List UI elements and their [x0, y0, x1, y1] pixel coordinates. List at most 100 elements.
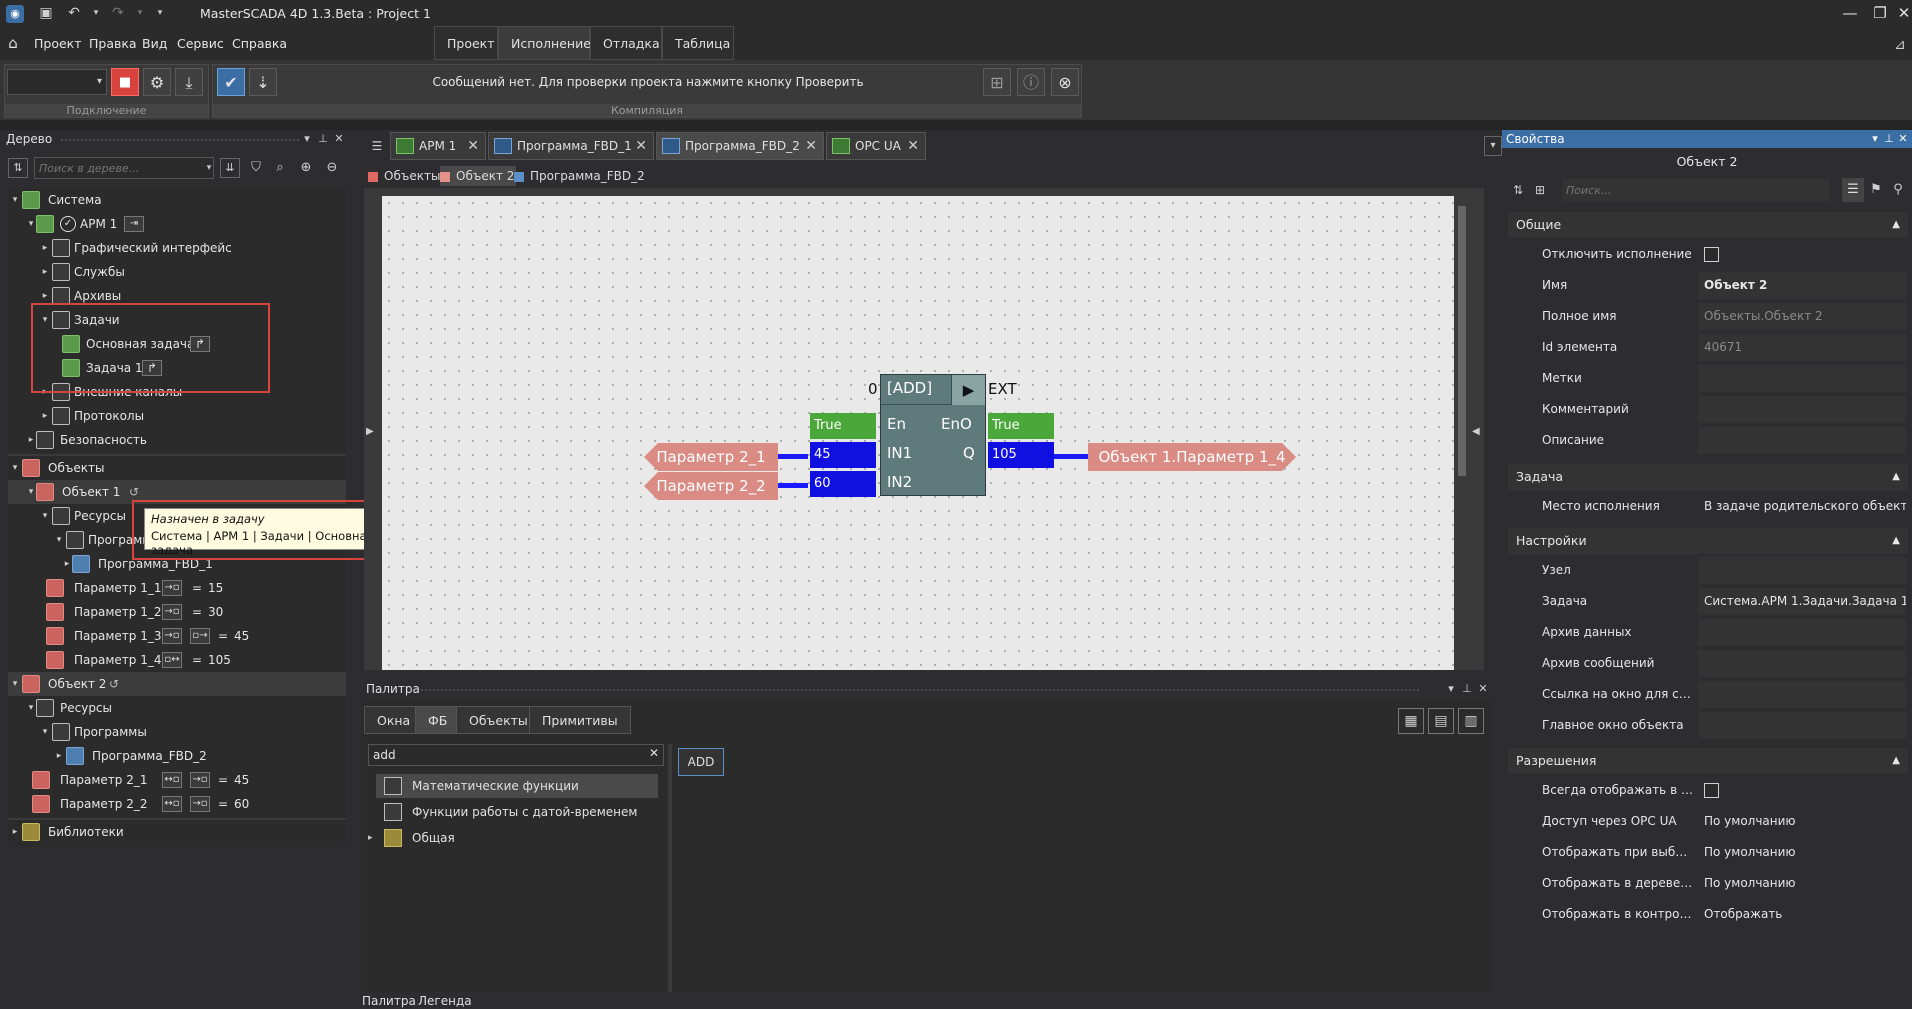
prop-show-in-controls-field[interactable]: Отображать — [1698, 901, 1906, 928]
fbd-canvas[interactable]: Параметр 2_1 Параметр 2_2 True 45 60 [AD… — [382, 196, 1454, 670]
tree-item-programs2[interactable]: ▾ Программы — [8, 720, 346, 744]
task-assigned-icon[interactable]: ↺ — [126, 484, 142, 500]
menu-project[interactable]: Проект — [34, 36, 82, 51]
prop-node-field[interactable] — [1698, 557, 1906, 584]
prop-show-on-select-field[interactable]: По умолчанию — [1698, 839, 1906, 866]
expand-icon[interactable]: ▾ — [40, 308, 50, 332]
prop-opc-access-field[interactable]: По умолчанию — [1698, 808, 1906, 835]
bottom-tab-palette[interactable]: Палитра — [362, 994, 416, 1008]
view-columns-icon[interactable]: ▥ — [1458, 708, 1484, 734]
sort-category-icon[interactable]: ⇅ — [1508, 180, 1528, 200]
expand-icon[interactable]: ▸ — [54, 744, 64, 768]
tree-item-security[interactable]: ▸ Безопасность — [8, 428, 346, 452]
tab-debug[interactable]: Отладка — [590, 26, 662, 60]
side-pin-icon[interactable]: ⊿ — [1890, 32, 1910, 58]
settings-gear-icon[interactable]: ⚙ — [143, 68, 171, 96]
tree-item-object2[interactable]: ▾ Объект 2 ↺ — [8, 672, 346, 696]
filter-icon[interactable]: ⛉ — [246, 158, 266, 178]
doc-tab-arm1[interactable]: АРМ 1 ✕ — [390, 132, 486, 160]
expand-icon[interactable]: ▸ — [40, 380, 50, 404]
prop-tags-field[interactable] — [1698, 365, 1906, 392]
tree-item-main-task[interactable]: Основная задача ↱ — [8, 332, 346, 356]
prop-name-field[interactable]: Объект 2 — [1698, 272, 1906, 299]
redo-icon[interactable]: ↷ — [108, 3, 128, 23]
collapse-right-icon[interactable]: ◀ — [1472, 420, 1482, 444]
input-tag-param-2-1[interactable]: Параметр 2_1 — [644, 443, 778, 471]
tree-item-services[interactable]: ▸ Службы — [8, 260, 346, 284]
section-permissions[interactable]: Разрешения ▲ — [1508, 748, 1908, 774]
prop-task-field[interactable]: Система.АРМ 1.Задачи.Задача 1 — [1698, 588, 1906, 615]
tab-project[interactable]: Проект — [434, 26, 498, 60]
tree-item-param-1-1[interactable]: Параметр 1_1 →▫ = 15 — [8, 576, 346, 600]
palette-tab-primitives[interactable]: Примитивы — [529, 706, 631, 734]
tree-item-protocols[interactable]: ▸ Протоколы — [8, 404, 346, 428]
input-tag-param-2-2[interactable]: Параметр 2_2 — [644, 472, 778, 500]
flag-icon[interactable]: ⚑ — [1866, 178, 1886, 202]
view-list-icon[interactable]: ☰ — [1842, 178, 1864, 202]
expand-icon[interactable]: ▾ — [10, 188, 20, 212]
expand-icon[interactable]: ▾ — [40, 504, 50, 528]
prop-window-link-field[interactable] — [1698, 681, 1906, 708]
tree-item-arm1[interactable]: ▾ ✓ АРМ 1 ⇥ — [8, 212, 346, 236]
expand-icon[interactable]: ▾ — [10, 456, 20, 480]
tree-item-param-2-2[interactable]: Параметр 2_2 ↔▫ →▫ = 60 — [8, 792, 346, 816]
tree-search-dropdown-icon[interactable]: ▾ — [202, 157, 216, 179]
tree-item-system[interactable]: ▾ Система — [8, 188, 346, 212]
breadcrumb-objects[interactable]: Объекты — [368, 166, 440, 186]
tree-item-task1[interactable]: Задача 1 ↱ — [8, 356, 346, 380]
expand-icon[interactable]: ▸ — [62, 552, 72, 576]
breadcrumb-fbd2[interactable]: Программа_FBD_2 — [514, 166, 645, 186]
close-icon[interactable]: ✕ — [907, 133, 919, 159]
tree-item-fbd2[interactable]: ▸ Программа_FBD_2 — [8, 744, 346, 768]
panel-close-icon[interactable]: ✕ — [332, 130, 346, 148]
tree-item-resources2[interactable]: ▾ Ресурсы — [8, 696, 346, 720]
clear-icon[interactable]: ⊗ — [1051, 68, 1079, 96]
sort-alpha-icon[interactable]: ⊞ — [1530, 180, 1550, 200]
expand-icon[interactable]: ▾ — [26, 212, 36, 236]
panel-menu-icon[interactable]: ▾ — [1868, 130, 1882, 148]
prop-message-archive-field[interactable] — [1698, 650, 1906, 677]
minimize-icon[interactable]: — — [1836, 2, 1864, 24]
tree-item-tasks[interactable]: ▾ Задачи — [8, 308, 346, 332]
expand-icon[interactable]: ▸ — [40, 404, 50, 428]
palette-tab-fb[interactable]: ФБ — [415, 706, 461, 734]
download-icon[interactable]: ⤓ — [175, 68, 203, 96]
customize-dropdown-icon[interactable]: ▾ — [150, 3, 170, 23]
close-icon[interactable]: ✕ — [805, 133, 817, 159]
tree-item-param-1-3[interactable]: Параметр 1_3 →▫ ▫→ = 45 — [8, 624, 346, 648]
tabs-dropdown-icon[interactable]: ▾ — [1484, 136, 1502, 156]
close-icon[interactable]: ✕ — [1890, 2, 1912, 24]
collapse-icon[interactable]: ▲ — [1892, 748, 1900, 774]
section-task[interactable]: Задача ▲ — [1508, 464, 1908, 490]
palette-splitter[interactable] — [668, 744, 672, 992]
palette-item-datetime[interactable]: Функции работы с датой-временем — [376, 800, 658, 824]
add-function-block[interactable]: [ADD] ▶ En IN1 IN2 EnO Q — [880, 374, 986, 496]
close-icon[interactable]: ✕ — [635, 133, 647, 159]
info-icon[interactable]: ⓘ — [1017, 68, 1045, 96]
expand-icon[interactable]: ▸ — [10, 820, 20, 844]
prop-description-field[interactable] — [1698, 427, 1906, 454]
canvas-scrollbar[interactable] — [1456, 196, 1468, 670]
breadcrumb-object2[interactable]: Объект 2 — [440, 166, 517, 186]
prop-show-in-tree-field[interactable]: По умолчанию — [1698, 870, 1906, 897]
output-tag-param-1-4[interactable]: Объект 1.Параметр 1_4 — [1088, 443, 1296, 471]
doc-tab-fbd1[interactable]: Программа_FBD_1 ✕ — [488, 132, 654, 160]
tab-table[interactable]: Таблица — [662, 26, 734, 60]
expand-icon[interactable]: ▾ — [54, 528, 64, 552]
tree-item-param-1-4[interactable]: Параметр 1_4 ▫↔ = 105 — [8, 648, 346, 672]
panel-pin-icon[interactable]: ⊥ — [316, 130, 330, 148]
panel-close-icon[interactable]: ✕ — [1896, 130, 1910, 148]
prop-main-window-field[interactable] — [1698, 712, 1906, 739]
block-run-button[interactable]: ▶ — [951, 375, 985, 405]
tree-item-object1[interactable]: ▾ Объект 1 ↺ — [8, 480, 346, 504]
connection-select[interactable]: ▾ — [7, 69, 107, 95]
redirect-icon[interactable]: ↱ — [142, 360, 162, 376]
panel-pin-icon[interactable]: ⊥ — [1882, 130, 1896, 148]
redo-dropdown-icon[interactable]: ▾ — [130, 3, 150, 23]
tree-search-input[interactable] — [34, 157, 214, 179]
collapse-icon[interactable]: ▲ — [1892, 212, 1900, 238]
task-assigned-icon[interactable]: ↺ — [106, 676, 122, 692]
undo-dropdown-icon[interactable]: ▾ — [86, 3, 106, 23]
tab-execution[interactable]: Исполнение — [498, 26, 591, 60]
expand-icon[interactable]: ▸ — [26, 428, 36, 452]
